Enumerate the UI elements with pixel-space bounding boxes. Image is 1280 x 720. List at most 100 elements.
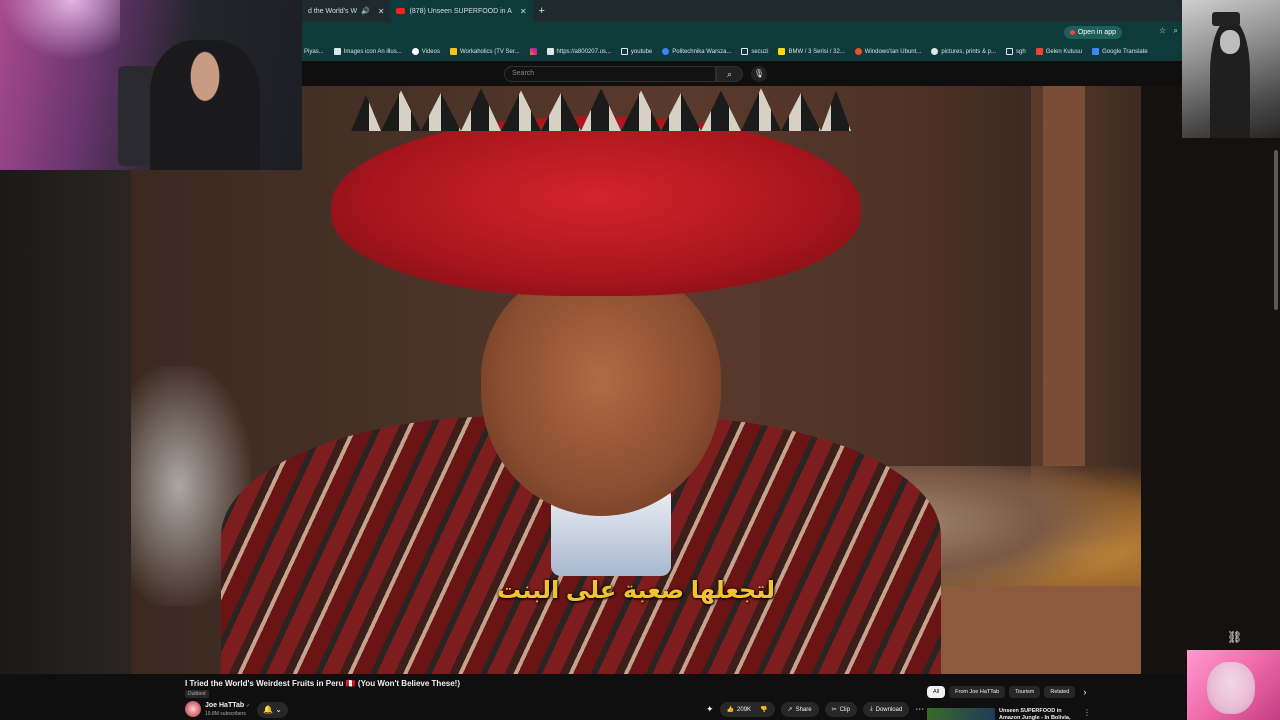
imdb-icon — [449, 48, 457, 55]
search-button[interactable]: ⌕ — [716, 66, 743, 82]
bookmark-label: Piyas... — [304, 48, 324, 55]
google-icon — [411, 48, 419, 55]
recommendation-chips: All From Joe HaTTab Tourism Related › — [927, 686, 1086, 698]
zoom-icon[interactable]: ⌕ — [1174, 26, 1178, 36]
chip-all[interactable]: All — [927, 686, 946, 698]
bookmark-item[interactable]: Piyas... — [304, 49, 324, 55]
tab-unseen-superfood[interactable]: (878) Unseen SUPERFOOD in A ✕ — [390, 0, 533, 22]
more-icon[interactable]: ⋯ — [915, 702, 924, 717]
verified-icon: ✓ — [246, 703, 251, 709]
s-logo-icon — [778, 48, 786, 55]
speaker-icon[interactable]: 🔊 — [361, 7, 370, 15]
translate-icon — [1092, 48, 1100, 55]
file-icon — [546, 48, 554, 55]
bookmark-label: Windows'tan Ubunt... — [864, 48, 922, 55]
bookmark-item[interactable]: youtube — [620, 48, 652, 55]
thumbs-down-icon[interactable]: 👎 — [760, 706, 767, 713]
left-background — [0, 170, 131, 674]
streamer-webcam — [0, 0, 302, 170]
bookmark-item[interactable]: Gelen Kutusu — [1035, 48, 1082, 55]
bookmark-item[interactable]: Workaholics (TV Ser... — [449, 48, 520, 55]
bell-icon: 🔔 — [263, 705, 273, 714]
recommended-video[interactable]: Unseen SUPERFOOD in Amazon Jungle - In B… — [927, 708, 1091, 720]
youtube-icon — [396, 8, 406, 14]
voice-search-button[interactable]: 🎙 — [751, 66, 767, 82]
tab-weirdest-fruits[interactable]: d the World's W 🔊 ✕ — [302, 0, 390, 22]
open-in-app-button[interactable]: Open in app — [1063, 26, 1122, 39]
chip-related[interactable]: Related — [1044, 686, 1076, 698]
clip-button[interactable]: ✂ Clip — [824, 702, 857, 717]
folder-icon — [741, 48, 749, 55]
bookmark-label: Videos — [421, 48, 440, 55]
chevron-down-icon: ⌄ — [275, 705, 282, 714]
cat-overlay — [1187, 650, 1280, 720]
download-icon: ⤓ — [869, 706, 873, 712]
bookmark-item[interactable]: Windows'tan Ubunt... — [854, 48, 922, 55]
download-button[interactable]: ⤓ Download — [862, 702, 910, 717]
chip-tourism[interactable]: Tourism — [1009, 686, 1041, 698]
bookmarks-bar: Piyas... Images icon An illus... Videos … — [302, 42, 1182, 61]
search-input[interactable]: Search — [504, 66, 716, 82]
share-label: Share — [795, 706, 812, 713]
video-actions: ✦ 👍 209K 👎 ↗ Share ✂ Clip ⤓ Download ⋯ — [706, 702, 924, 717]
bookmark-label: secuzi — [751, 48, 769, 55]
photo-face — [1220, 30, 1240, 54]
share-icon: ↗ — [787, 707, 793, 713]
app-icon — [1069, 30, 1075, 35]
video-player[interactable]: لتجعلها صعبة على البنت — [131, 86, 1141, 674]
bookmark-label: https://a800207.us... — [556, 48, 611, 55]
cat-image — [1207, 662, 1255, 714]
video-thumbnail[interactable] — [927, 708, 995, 720]
youtube-header: Search ⌕ 🎙 ✲ — [302, 61, 1280, 86]
bookmark-label: pictures, prints & p... — [941, 48, 997, 55]
browser-tab-strip: d the World's W 🔊 ✕ (878) Unseen SUPERFO… — [302, 0, 1182, 22]
video-scene-hat-trim — [351, 88, 851, 131]
bookmark-item[interactable]: secuzi — [741, 48, 768, 55]
bookmark-item[interactable]: Images icon An illus... — [333, 48, 402, 55]
bookmark-item[interactable]: Videos — [411, 48, 440, 55]
avatar[interactable] — [185, 701, 201, 717]
link-icon[interactable]: ⛓ — [1227, 630, 1242, 644]
file-icon — [333, 48, 341, 55]
share-button[interactable]: ↗ Share — [780, 702, 819, 717]
microphone-icon: 🎙 — [753, 69, 765, 78]
historical-photo-overlay — [1182, 0, 1280, 138]
photo-hat — [1212, 12, 1240, 26]
bookmark-item[interactable]: https://a800207.us... — [529, 48, 611, 55]
notification-button[interactable]: 🔔 ⌄ — [257, 702, 288, 718]
subscriber-count: 19.8M subscribers — [205, 711, 246, 717]
video-info: I Tried the World's Weirdest Fruits in P… — [131, 674, 1182, 720]
webcam-light — [0, 0, 120, 60]
scrollbar[interactable] — [1274, 150, 1278, 310]
pin-icon — [931, 48, 939, 55]
recommended-video-title[interactable]: Unseen SUPERFOOD in Amazon Jungle - In B… — [999, 708, 1079, 720]
channel-name[interactable]: Joe HaTTab ✓ — [205, 702, 250, 709]
channel-name-text: Joe HaTTab — [205, 702, 245, 709]
chip-from-channel[interactable]: From Joe HaTTab — [949, 686, 1006, 698]
sparkle-icon[interactable]: ✦ — [706, 702, 714, 717]
clip-label: Clip — [839, 706, 850, 713]
video-scene-face — [481, 266, 721, 516]
bookmark-label: Politechnika Warsza... — [672, 48, 732, 55]
bookmark-item[interactable]: sgh — [1006, 48, 1026, 55]
bookmark-item[interactable]: BMW / 3 Serisi / 32... — [778, 48, 845, 55]
open-in-app-label: Open in app — [1077, 29, 1116, 36]
close-icon[interactable]: ✕ — [378, 7, 385, 16]
more-vertical-icon[interactable]: ⋮ — [1083, 708, 1091, 720]
like-button[interactable]: 👍 209K 👎 — [719, 702, 775, 717]
globe-icon — [662, 48, 670, 55]
close-icon[interactable]: ✕ — [520, 7, 527, 16]
right-background — [1141, 86, 1280, 674]
bookmark-item[interactable]: Politechnika Warsza... — [662, 48, 731, 55]
star-icon[interactable]: ☆ — [1159, 26, 1166, 35]
bookmark-label: Images icon An illus... — [343, 48, 402, 55]
new-tab-button[interactable]: + — [539, 5, 545, 17]
bookmark-item[interactable]: Google Translate — [1092, 48, 1148, 55]
bookmark-item[interactable]: pictures, prints & p... — [931, 48, 996, 55]
video-title: I Tried the World's Weirdest Fruits in P… — [185, 679, 460, 688]
ubuntu-icon — [854, 48, 862, 55]
chevron-right-icon[interactable]: › — [1083, 686, 1086, 698]
bookmark-label: Workaholics (TV Ser... — [459, 48, 520, 55]
dubbed-badge: Dubbed — [185, 690, 209, 698]
download-label: Download — [875, 706, 903, 713]
